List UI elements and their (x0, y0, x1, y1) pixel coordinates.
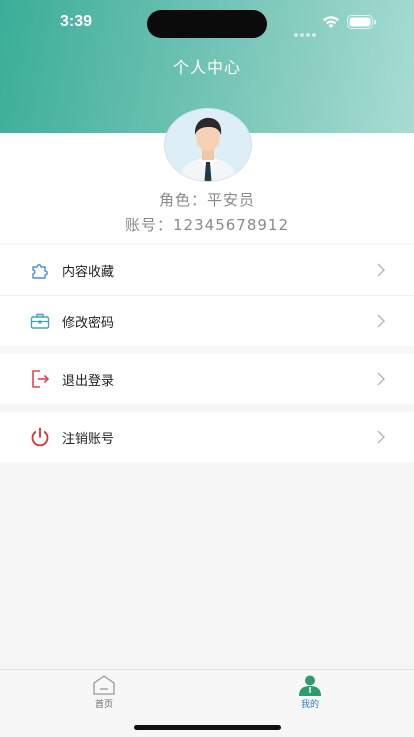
role-label: 角色： (158, 191, 207, 209)
avatar-person-icon (179, 117, 237, 181)
person-icon (299, 675, 321, 696)
chevron-right-icon (377, 314, 385, 328)
power-icon (31, 427, 49, 447)
chevron-right-icon (377, 430, 385, 444)
battery-icon (347, 15, 376, 29)
menu-item-change-password[interactable]: 修改密码 (0, 296, 414, 346)
tab-mine[interactable]: 我的 (275, 674, 345, 710)
menu-group-delete-account: 注销账号 (0, 412, 414, 462)
chevron-right-icon (377, 372, 385, 386)
menu-item-logout[interactable]: 退出登录 (0, 354, 414, 404)
account-value: 12345678912 (173, 216, 289, 234)
tab-label-home: 首页 (94, 700, 113, 710)
status-time: 3:39 (60, 13, 93, 30)
wifi-icon (323, 16, 339, 28)
puzzle-icon (32, 264, 48, 279)
menu-label-favorites: 内容收藏 (62, 265, 115, 280)
account-label: 账号： (125, 216, 174, 234)
role-value: 平安员 (207, 191, 256, 209)
logout-icon (32, 370, 50, 388)
role-line: 角色：平安员 (0, 189, 414, 210)
toolbox-icon (30, 313, 50, 329)
tab-home[interactable]: 首页 (69, 674, 139, 710)
menu-item-delete-account[interactable]: 注销账号 (0, 412, 414, 462)
menu-label-change-password: 修改密码 (62, 316, 115, 331)
menu-label-logout: 退出登录 (62, 374, 115, 389)
page-title: 个人中心 (172, 58, 241, 77)
account-line: 账号：12345678912 (0, 214, 414, 235)
home-icon (93, 675, 115, 695)
signal-dots-icon (294, 22, 318, 41)
chevron-right-icon (377, 263, 385, 277)
home-indicator (134, 725, 281, 730)
menu-label-delete-account: 注销账号 (62, 432, 115, 447)
status-bar: 3:39 (0, 0, 414, 44)
menu-item-favorites[interactable]: 内容收藏 (0, 245, 414, 296)
dynamic-island (147, 10, 267, 38)
tab-label-mine: 我的 (300, 700, 319, 710)
menu-group-content: 内容收藏 修改密码 (0, 245, 414, 346)
avatar[interactable] (164, 108, 252, 182)
menu-group-logout: 退出登录 (0, 354, 414, 404)
